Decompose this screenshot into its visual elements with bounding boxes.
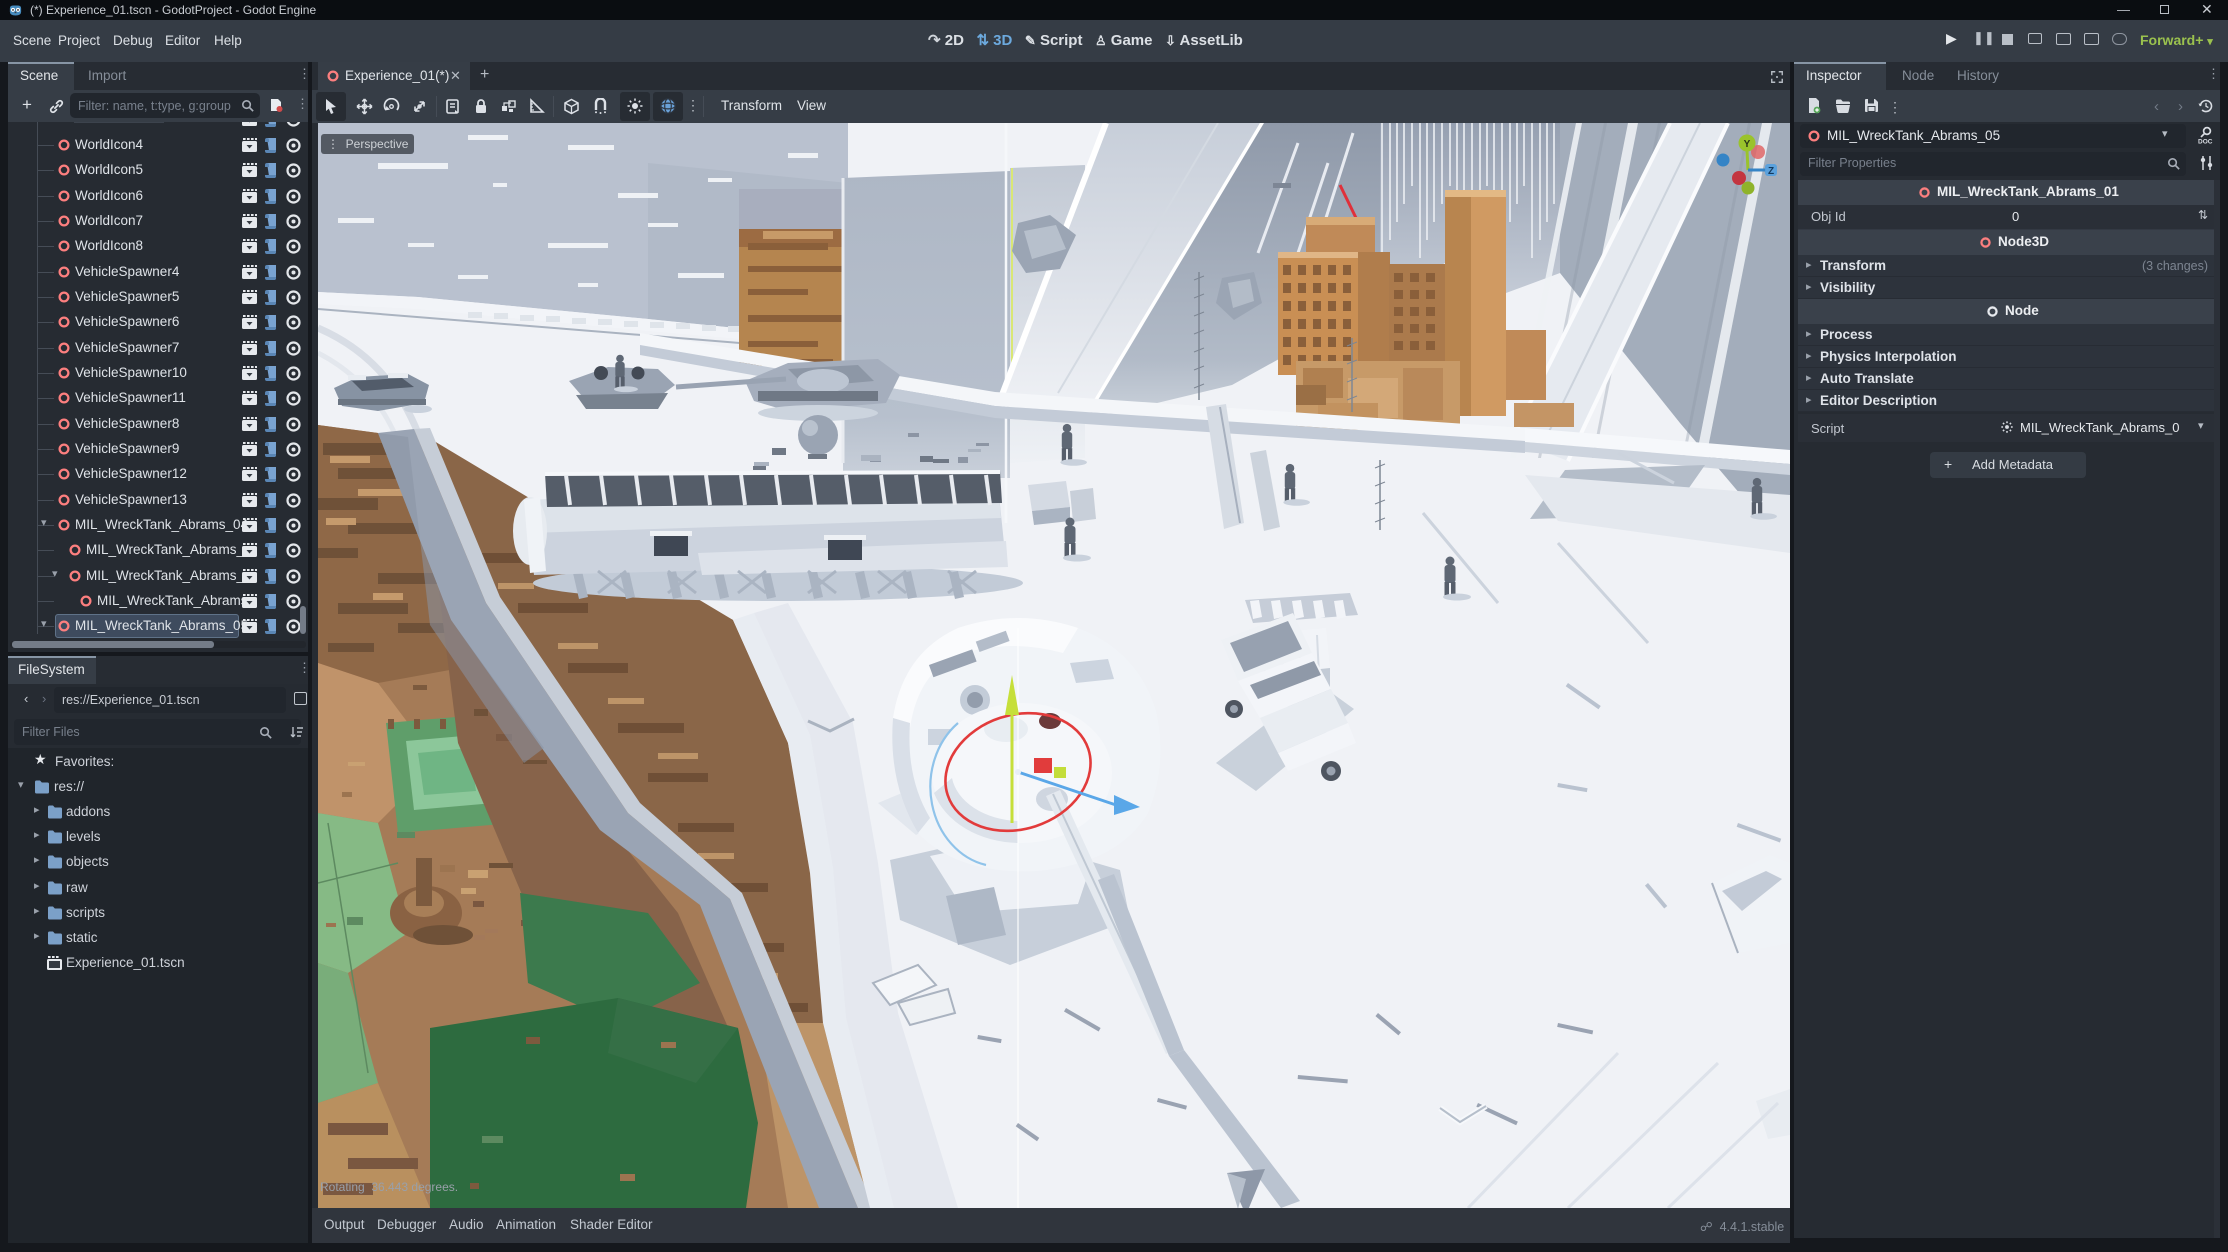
svg-text:Y: Y: [1744, 139, 1751, 150]
svg-text:Z: Z: [1768, 166, 1774, 177]
svg-text:DOC: DOC: [2198, 139, 2213, 146]
